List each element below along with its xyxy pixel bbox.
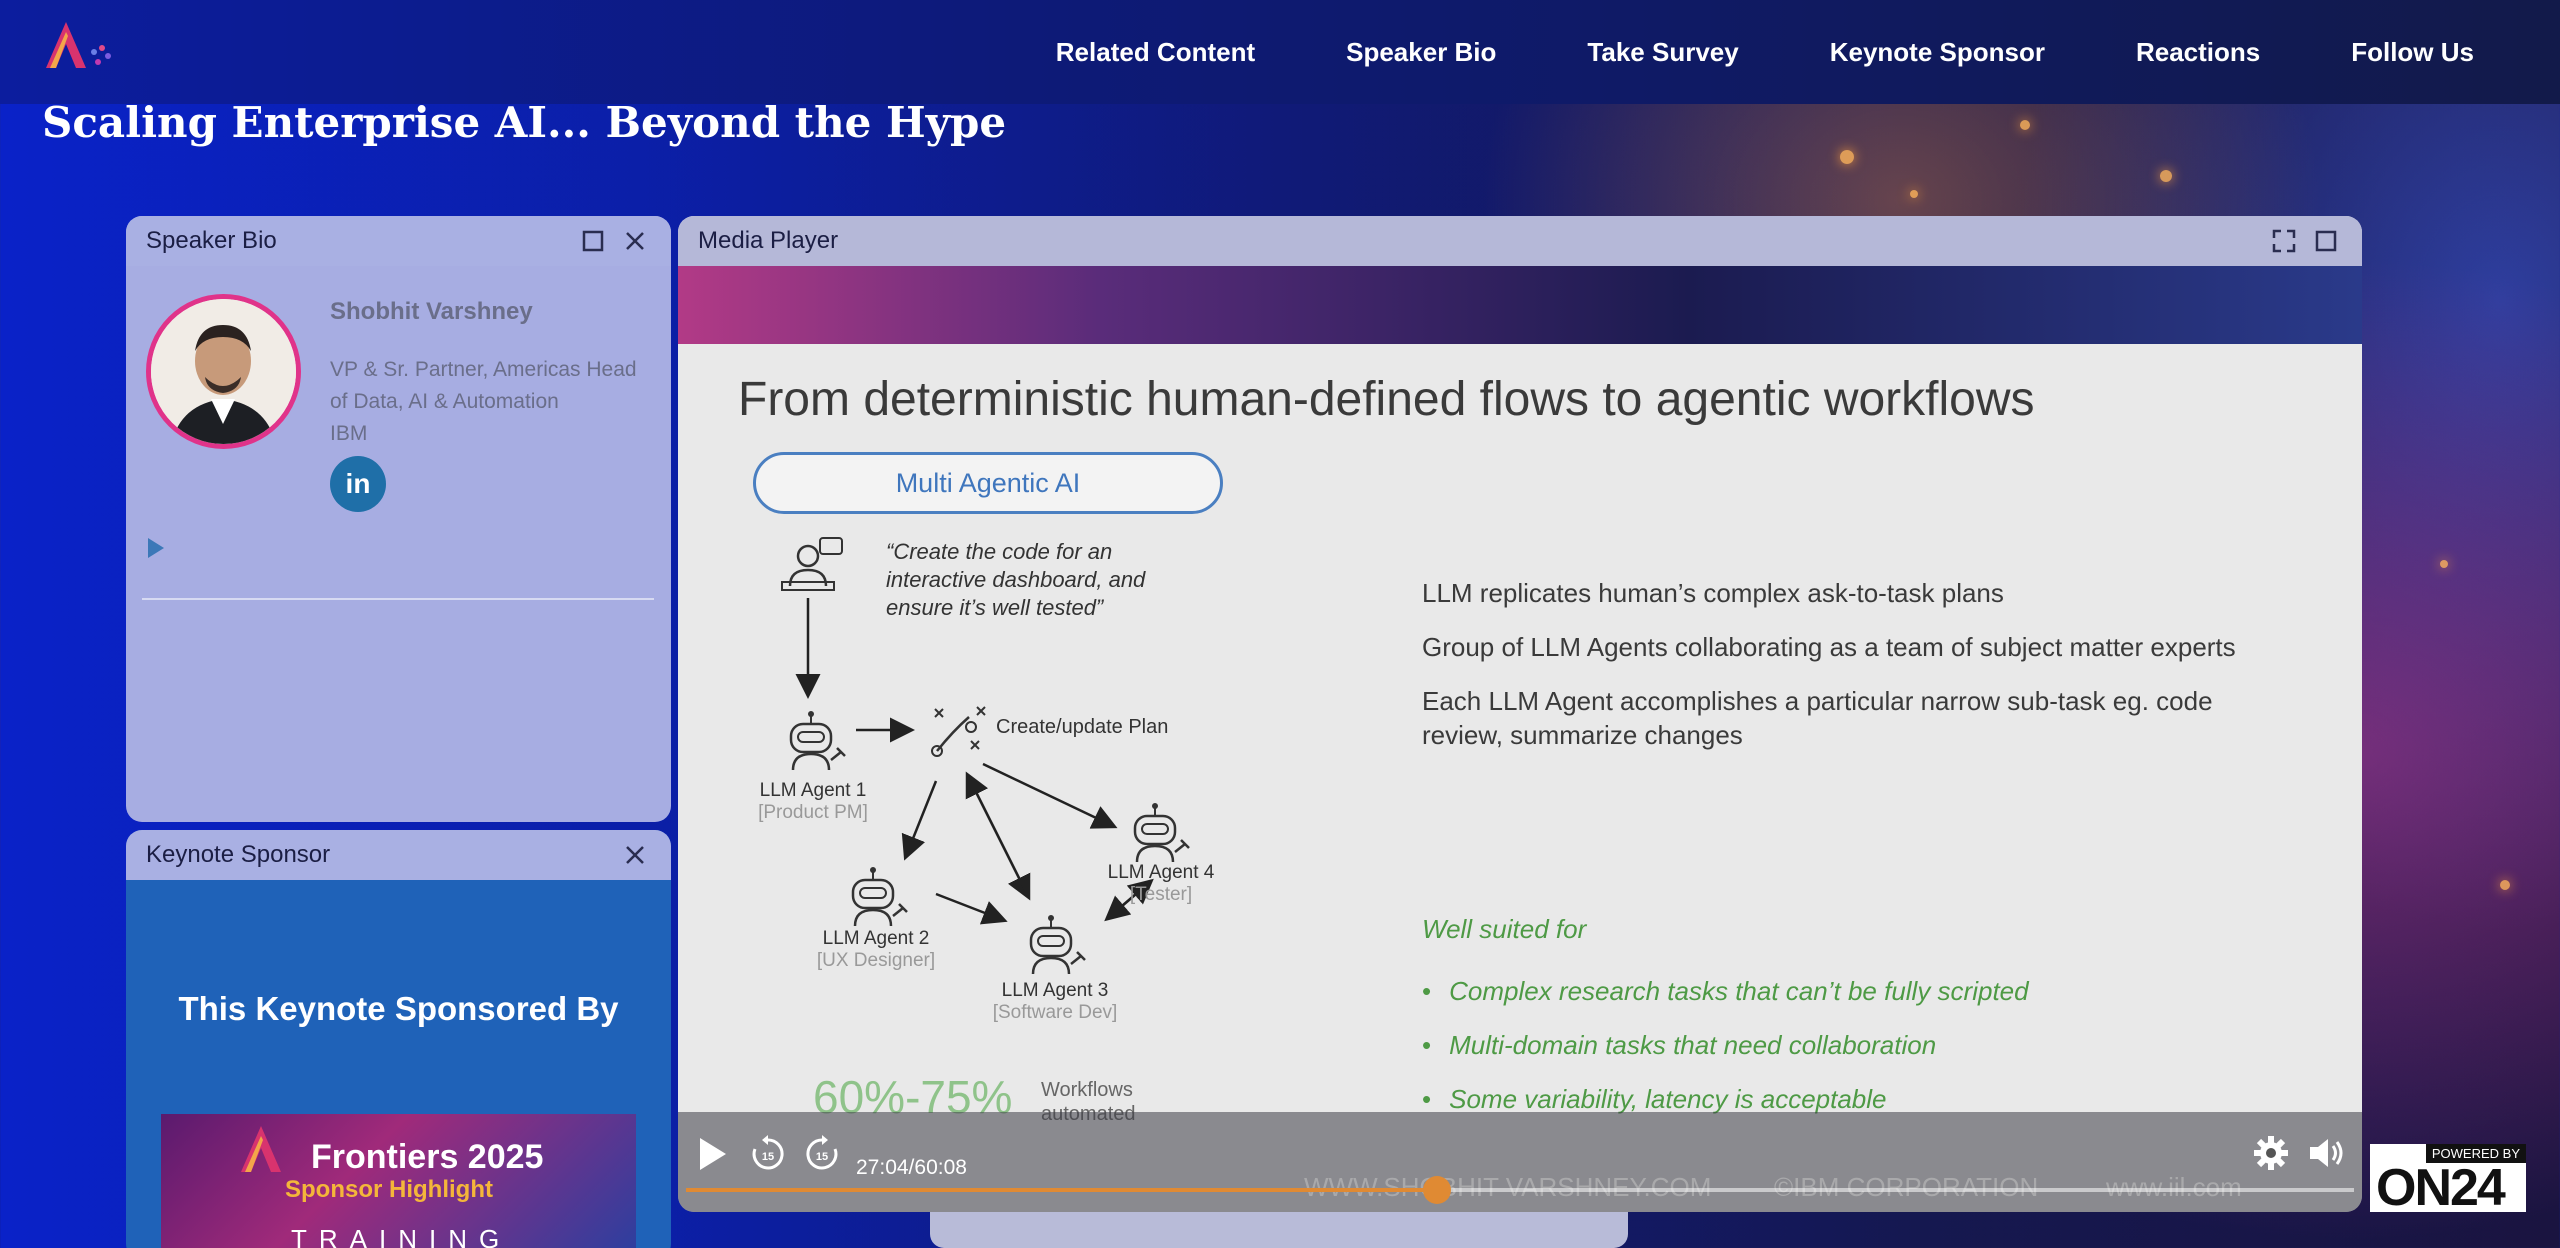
well-suited-list: Complex research tasks that can’t be ful… [1422,964,2242,1126]
ai-frontiers-logo-icon [241,1126,281,1172]
user-laptop-icon [781,537,843,591]
forward-15-icon[interactable]: 15 [802,1134,842,1179]
nav-related-content[interactable]: Related Content [1056,37,1255,68]
speaker-avatar [146,294,301,449]
sponsor-banner[interactable]: Frontiers 2025 Sponsor Highlight TRAININ… [161,1114,636,1248]
progress-bar[interactable] [686,1176,2354,1204]
speaker-role: VP & Sr. Partner, Americas Head of Data,… [330,354,650,450]
on24-logo[interactable]: POWERED BY ON24 [2370,1144,2526,1217]
svg-text:15: 15 [816,1151,828,1163]
panel-tab-below-player[interactable] [930,1212,1628,1248]
settings-gear-icon[interactable] [2252,1134,2290,1177]
sparkle [2440,560,2448,568]
progress-handle[interactable] [1422,1176,1451,1204]
keynote-sponsor-header[interactable]: Keynote Sponsor [126,830,671,880]
well-suited-heading: Well suited for [1422,914,1587,944]
rewind-15-icon[interactable]: 15 [748,1134,788,1179]
list-item: Complex research tasks that can’t be ful… [1422,964,2242,1018]
progress-fill [686,1188,1437,1192]
plan-icon [931,706,986,757]
top-navigation-bar: Related Content Speaker Bio Take Survey … [0,0,2560,104]
speaker-bio-panel: Speaker Bio Shobhit Varshney VP & Sr. Pa… [126,216,671,822]
agent-3-label: LLM Agent 3 [Software Dev] [992,980,1118,1023]
agent-4-label: LLM Agent 4 [Tester] [1107,862,1215,905]
banner-subtitle: Sponsor Highlight [285,1176,493,1203]
linkedin-icon[interactable]: in [330,456,386,512]
list-item: Multi-domain tasks that need collaborati… [1422,1018,2242,1072]
keynote-sponsor-panel: Keynote Sponsor This Keynote Sponsored B… [126,830,671,1248]
sparkle [2020,120,2030,130]
banner-title: Frontiers 2025 [311,1138,544,1176]
close-icon[interactable] [619,225,651,257]
media-player-panel: Media Player From deterministic human-de… [678,216,2362,1212]
svg-text:15: 15 [762,1151,774,1163]
banner-bottom-text: TRAINING [291,1224,512,1248]
slide-point: Each LLM Agent accomplishes a particular… [1422,686,2213,750]
slide-point: Group of LLM Agents collaborating as a t… [1422,632,2236,662]
speaker-name: Shobhit Varshney [330,298,533,325]
nav-keynote-sponsor[interactable]: Keynote Sponsor [1830,37,2045,68]
playback-time: 27:04/60:08 [856,1156,967,1179]
speaker-company: IBM [330,422,368,445]
speaker-title: VP & Sr. Partner, Americas Head of Data,… [330,358,637,413]
expand-bio-triangle-icon[interactable] [148,538,164,558]
slide-point: LLM replicates human’s complex ask-to-ta… [1422,578,2004,608]
robot-icon [1029,913,1087,976]
robot-icon [1133,801,1191,864]
sparkle [2160,170,2172,182]
robot-icon [851,865,909,928]
main-nav: Related Content Speaker Bio Take Survey … [1056,0,2474,104]
nav-follow-us[interactable]: Follow Us [2351,37,2474,68]
sponsor-heading: This Keynote Sponsored By [178,990,619,1027]
agent-1-label: LLM Agent 1 [Product PM] [758,780,868,823]
sparkle [1910,190,1918,198]
volume-icon[interactable] [2308,1136,2346,1175]
ai-frontiers-logo-icon[interactable] [38,18,118,78]
nav-speaker-bio[interactable]: Speaker Bio [1346,37,1496,68]
nav-take-survey[interactable]: Take Survey [1587,37,1738,68]
agent-2-label: LLM Agent 2 [UX Designer] [816,928,936,971]
sparkle [1840,150,1854,164]
close-icon[interactable] [619,839,651,871]
nav-reactions[interactable]: Reactions [2136,37,2260,68]
slide-points: LLM replicates human’s complex ask-to-ta… [1422,576,2242,772]
maximize-icon[interactable] [577,225,609,257]
on24-brand: ON24 [2376,1159,2506,1217]
sparkle [2500,880,2510,890]
page-title: Scaling Enterprise AI... Beyond the Hype [42,98,1007,147]
play-icon[interactable] [696,1136,728,1177]
robot-icon [789,709,847,772]
keynote-sponsor-title: Keynote Sponsor [146,841,331,868]
speaker-bio-title: Speaker Bio [146,227,277,254]
plan-label: Create/update Plan [996,716,1169,738]
divider [142,598,654,600]
speaker-bio-header[interactable]: Speaker Bio [126,216,671,266]
